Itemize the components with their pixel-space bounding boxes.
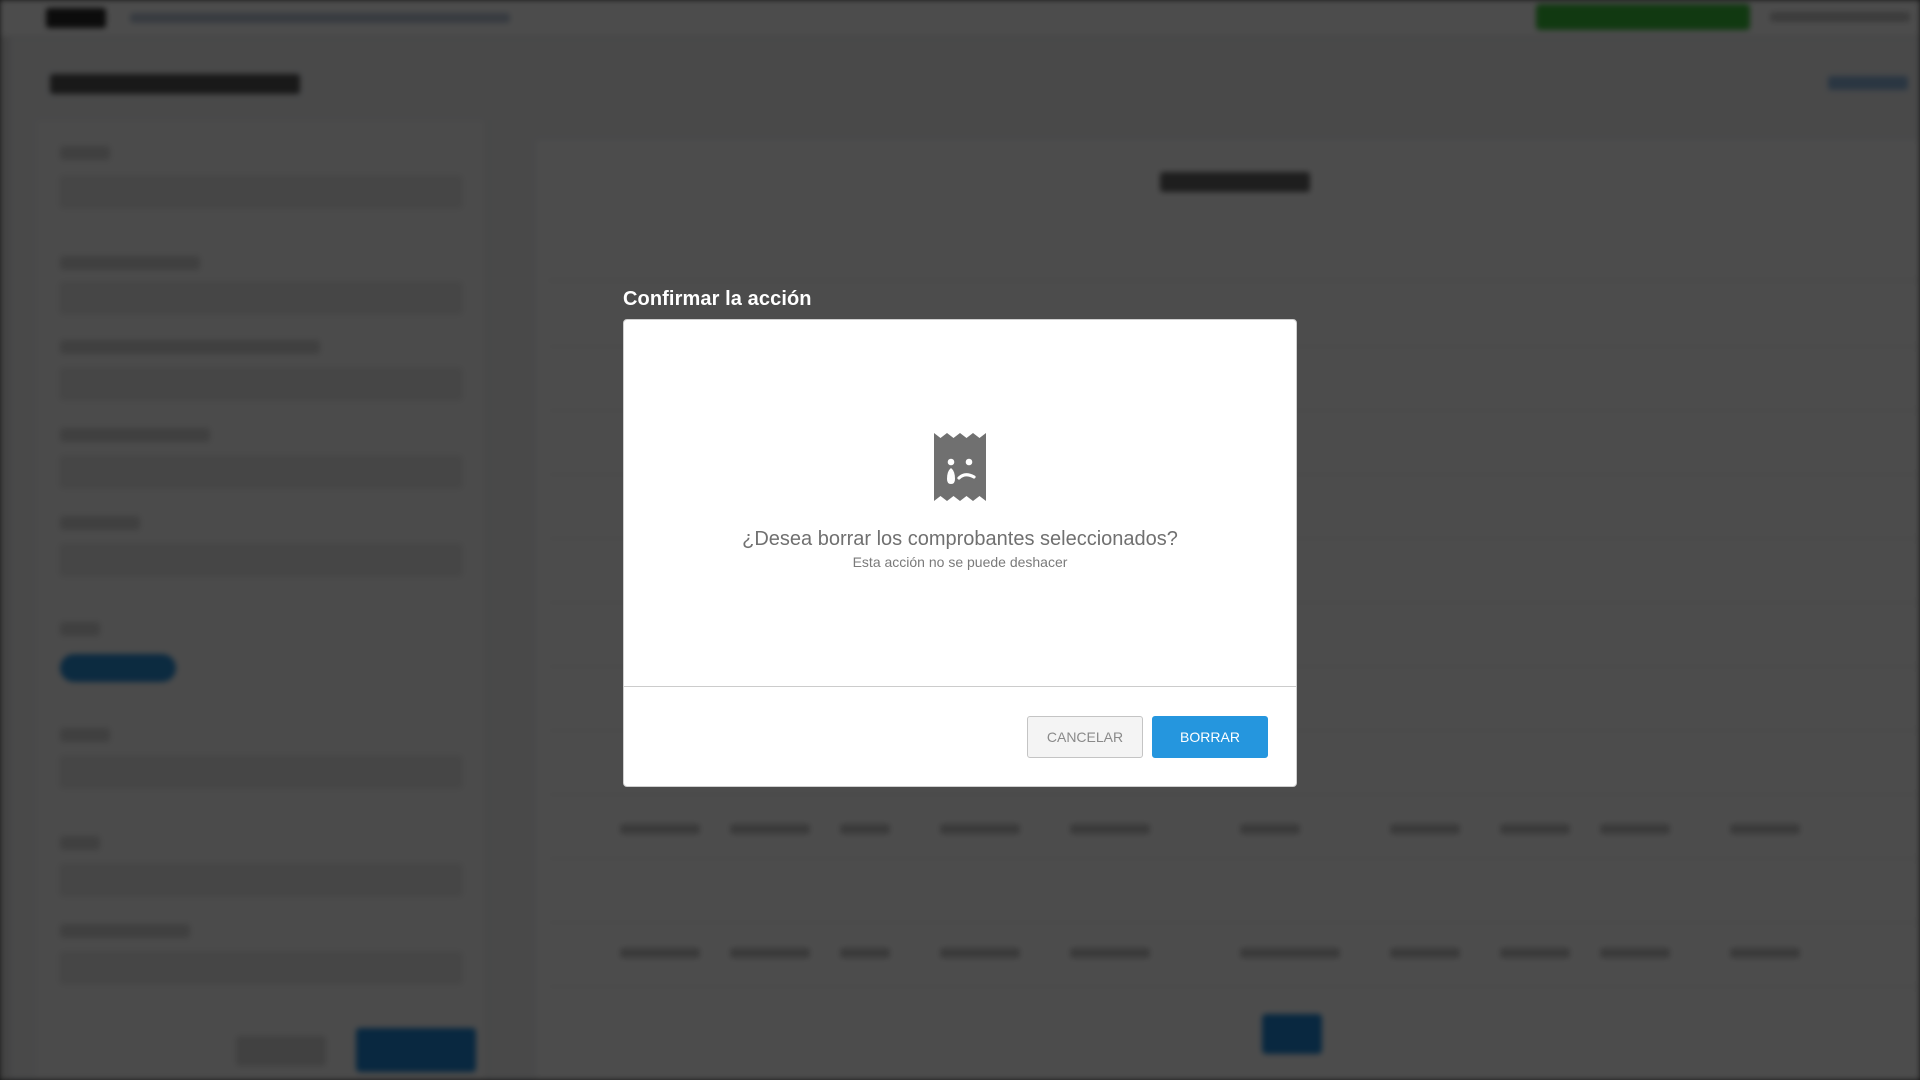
sad-receipt-icon <box>934 433 986 501</box>
cancel-button[interactable]: CANCELAR <box>1027 716 1143 758</box>
delete-button[interactable]: BORRAR <box>1152 716 1268 758</box>
confirm-dialog: ¿Desea borrar los comprobantes seleccion… <box>623 319 1297 787</box>
dialog-title: Confirmar la acción <box>623 288 812 310</box>
dialog-subtext: Esta acción no se puede deshacer <box>852 554 1068 570</box>
dialog-question: ¿Desea borrar los comprobantes seleccion… <box>742 528 1178 550</box>
dialog-body: ¿Desea borrar los comprobantes seleccion… <box>624 320 1296 687</box>
